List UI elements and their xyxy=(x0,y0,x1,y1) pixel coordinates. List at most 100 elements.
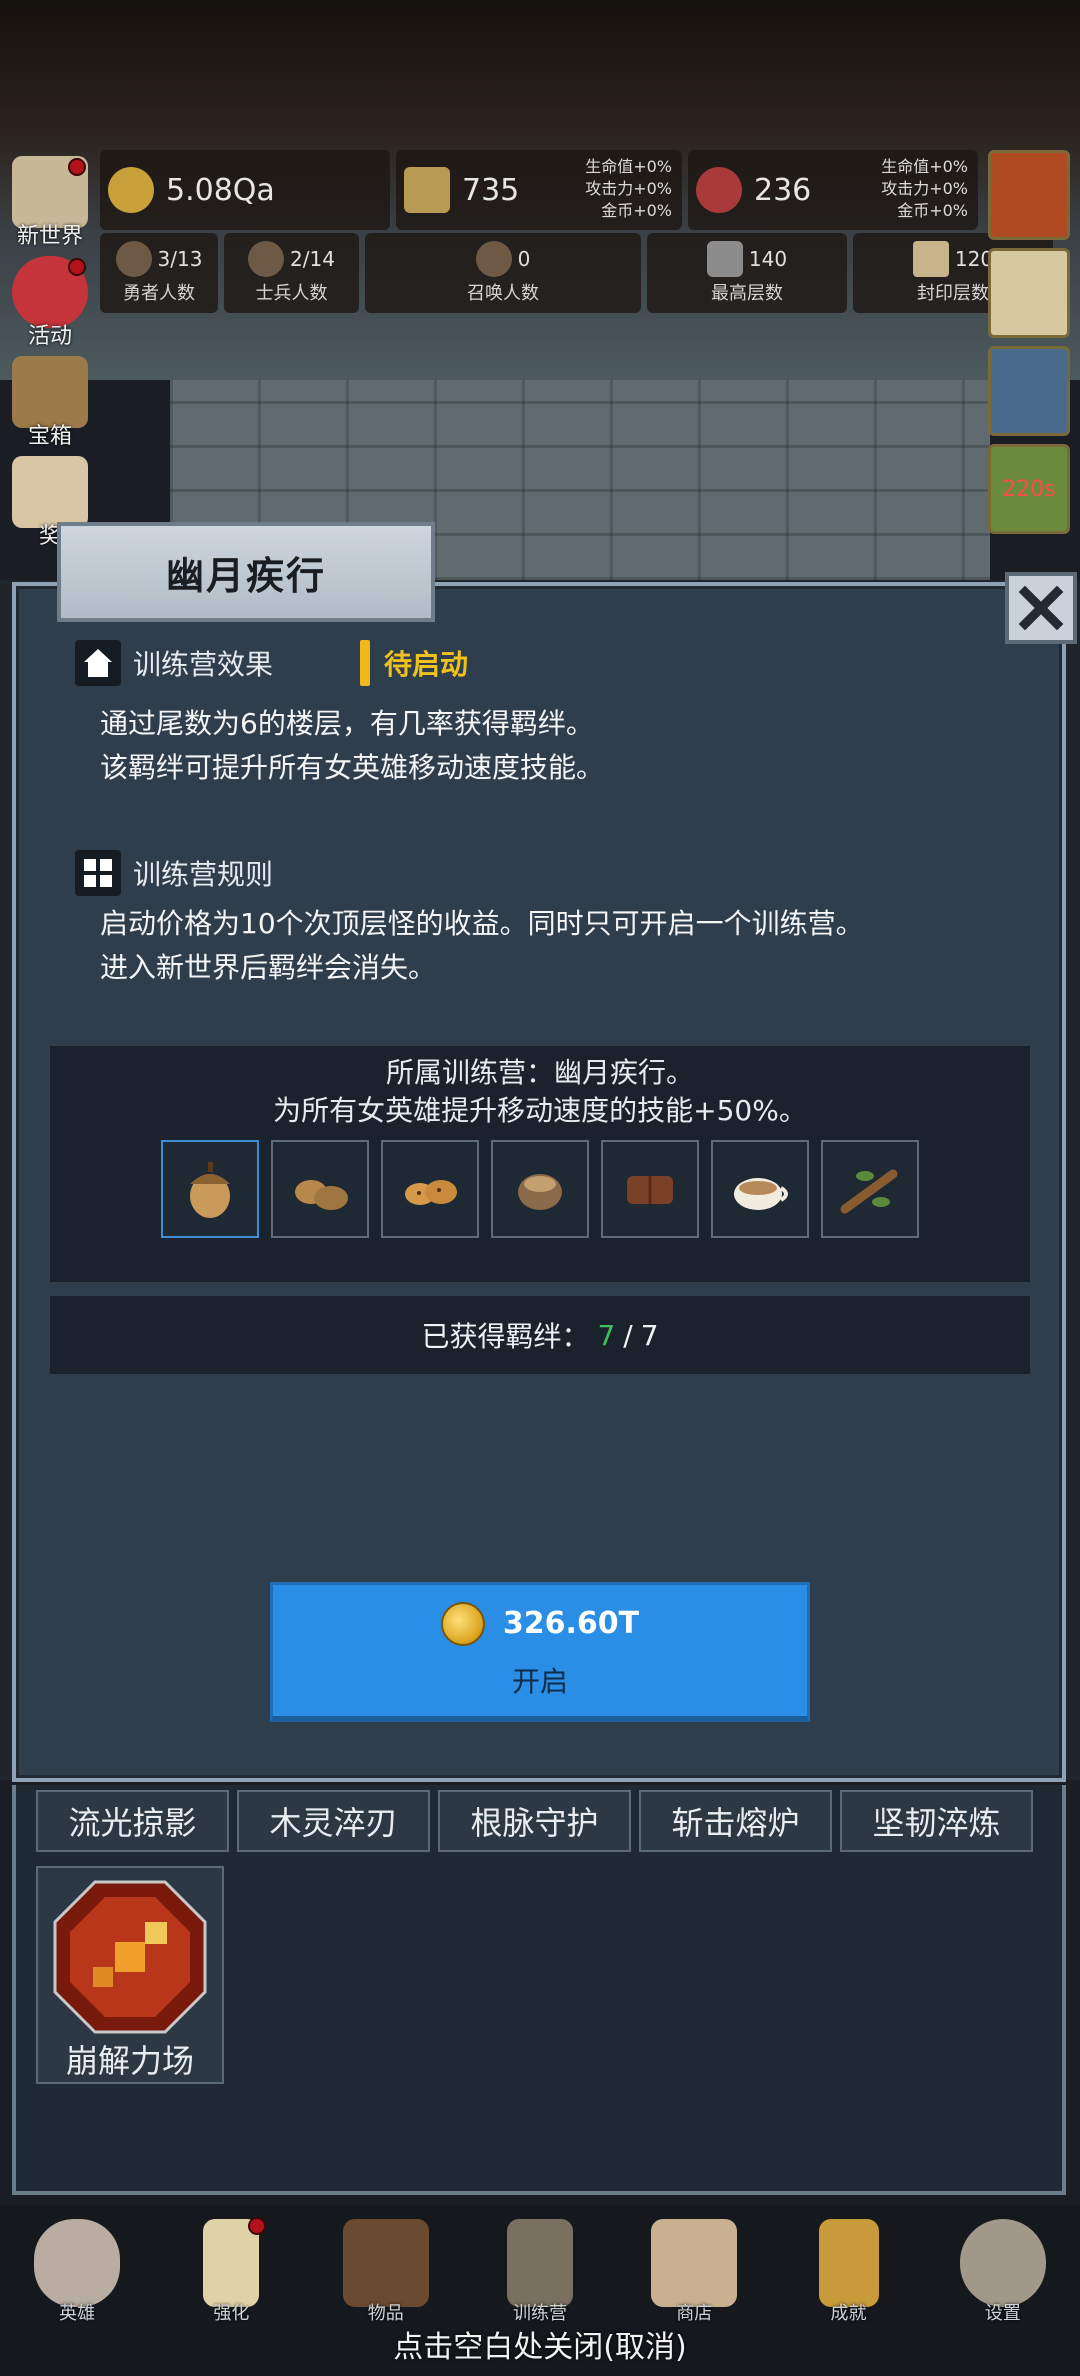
stat-label: 勇者人数 xyxy=(123,283,195,304)
bonus-hp: 生命值+0% xyxy=(881,157,968,176)
meat-icon xyxy=(696,167,742,213)
grid-icon xyxy=(75,850,121,896)
timer-badge[interactable]: 220s xyxy=(988,444,1070,534)
candle-icon[interactable] xyxy=(988,248,1070,338)
acorn-icon xyxy=(190,1162,230,1218)
soldier-icon xyxy=(248,241,285,277)
bond-item[interactable] xyxy=(711,1140,809,1238)
start-button-label: 开启 xyxy=(511,1664,568,1698)
bond-items xyxy=(50,1140,1030,1238)
stats-bar: 3/13 勇者人数 2/14 士兵人数 0 召唤人数 140 最高层数 120 … xyxy=(100,233,1053,313)
effect-description: 通过尾数为6的楼层，有几率获得羁绊。 该羁绊可提升所有女英雄移动速度技能。 xyxy=(100,702,604,790)
wood-value: 735 xyxy=(462,172,520,208)
skill-tags: 流光掠影 木灵淬刃 根脉守护 斩击熔炉 坚韧淬炼 xyxy=(36,1790,1033,1852)
side-item-label: 新世界 xyxy=(16,224,83,249)
notification-dot xyxy=(68,258,86,276)
bond-camp-name: 所属训练营：幽月疾行。 xyxy=(385,1056,694,1089)
potatoes-icon xyxy=(295,1180,348,1210)
gold-coin-icon xyxy=(440,1601,485,1646)
cookies-icon xyxy=(405,1180,457,1205)
hero-icon xyxy=(115,241,152,277)
resource-bar: 5.08Qa 735 生命值+0% 攻击力+0% 金币+0% 236 生命值+0… xyxy=(100,150,978,230)
stat-value: 140 xyxy=(748,247,788,271)
side-item-event[interactable]: 活动 xyxy=(0,250,100,350)
bond-progress-label: 已获得羁绊： xyxy=(421,1320,590,1353)
bond-item[interactable] xyxy=(491,1140,589,1238)
stat-value: 0 xyxy=(517,247,531,271)
status-marker xyxy=(360,640,370,686)
rules-line: 启动价格为10个次顶层怪的收益。同时只可开启一个训练营。 xyxy=(100,907,864,940)
bond-progress: 已获得羁绊： 7 / 7 xyxy=(50,1296,1030,1374)
side-item-new-world[interactable]: 新世界 xyxy=(0,150,100,250)
bonus-gold: 金币+0% xyxy=(601,201,672,220)
wood-resource: 735 生命值+0% 攻击力+0% 金币+0% xyxy=(396,150,682,230)
gear-icon xyxy=(959,2219,1046,2307)
start-button[interactable]: 326.60T 开启 xyxy=(270,1582,810,1722)
bonus-gold: 金币+0% xyxy=(897,201,968,220)
bond-item[interactable] xyxy=(601,1140,699,1238)
skill-tag[interactable]: 流光掠影 xyxy=(36,1790,229,1852)
side-nav: 新世界 活动 宝箱 奖 xyxy=(0,150,100,550)
grain-sack-icon xyxy=(518,1174,562,1210)
status-badge: 待启动 xyxy=(360,640,468,686)
close-button[interactable] xyxy=(1005,572,1077,644)
effect-line: 该羁绊可提升所有女英雄移动速度技能。 xyxy=(100,751,605,784)
gold-resource: 5.08Qa xyxy=(100,150,390,230)
bonus-stats-b: 生命值+0% 攻击力+0% 金币+0% xyxy=(881,156,968,222)
dialog-title: 幽月疾行 xyxy=(57,522,435,622)
skill-card[interactable]: 崩解力场 xyxy=(36,1866,224,2084)
stat-label: 最高层数 xyxy=(711,283,783,304)
right-nav: 220s xyxy=(988,150,1076,542)
skill-tag[interactable]: 根脉守护 xyxy=(438,1790,631,1852)
effect-line: 通过尾数为6的楼层，有几率获得羁绊。 xyxy=(100,707,594,740)
bond-item[interactable] xyxy=(161,1140,259,1238)
skill-tag[interactable]: 坚韧淬炼 xyxy=(840,1790,1033,1852)
soldier-count: 2/14 士兵人数 xyxy=(224,233,359,313)
bond-item[interactable] xyxy=(271,1140,369,1238)
stat-label: 士兵人数 xyxy=(255,283,328,304)
bond-progress-separator: / xyxy=(623,1318,633,1352)
wood-log-icon xyxy=(404,167,450,213)
meat-pack-icon[interactable] xyxy=(988,346,1070,436)
rules-heading: 训练营规则 xyxy=(75,850,273,896)
skill-tag[interactable]: 木灵淬刃 xyxy=(237,1790,430,1852)
close-hint[interactable]: 点击空白处关闭(取消) xyxy=(0,2322,1080,2366)
gold-value: 5.08Qa xyxy=(166,172,275,208)
start-cost: 326.60T xyxy=(440,1601,640,1646)
side-item-label: 宝箱 xyxy=(27,424,72,449)
chocolate-icon xyxy=(627,1176,673,1204)
scroll-icon xyxy=(912,241,949,277)
meat-value: 236 xyxy=(754,172,812,208)
cost-value: 326.60T xyxy=(502,1606,640,1641)
gold-coin-icon xyxy=(108,167,154,213)
effect-heading-text: 训练营效果 xyxy=(133,648,274,681)
rules-heading-text: 训练营规则 xyxy=(133,858,274,891)
branch-icon xyxy=(840,1169,898,1214)
side-item-label: 活动 xyxy=(27,324,72,349)
stat-value: 2/14 xyxy=(290,247,335,271)
bonus-stats-a: 生命值+0% 攻击力+0% 金币+0% xyxy=(585,156,672,222)
fruit-icon[interactable] xyxy=(988,150,1070,240)
home-icon xyxy=(75,640,121,686)
lantern-icon xyxy=(506,2219,573,2307)
stat-label: 召唤人数 xyxy=(467,283,539,304)
bond-item[interactable] xyxy=(821,1140,919,1238)
bond-panel: 所属训练营：幽月疾行。 为所有女英雄提升移动速度的技能+50%。 xyxy=(50,1046,1030,1282)
summon-icon xyxy=(475,241,512,277)
close-icon xyxy=(1018,585,1064,631)
stat-label: 封印层数 xyxy=(917,283,989,304)
side-item-chest[interactable]: 宝箱 xyxy=(0,350,100,450)
mug-icon xyxy=(651,2219,738,2307)
hero-count: 3/13 勇者人数 xyxy=(100,233,218,313)
coffee-cup-icon xyxy=(734,1178,788,1210)
summon-count: 0 召唤人数 xyxy=(365,233,641,313)
bonus-atk: 攻击力+0% xyxy=(585,179,672,198)
rules-description: 启动价格为10个次顶层怪的收益。同时只可开启一个训练营。 进入新世界后羁绊会消失… xyxy=(100,902,864,990)
bond-item[interactable] xyxy=(381,1140,479,1238)
skill-tag[interactable]: 斩击熔炉 xyxy=(639,1790,832,1852)
bond-effect: 为所有女英雄提升移动速度的技能+50%。 xyxy=(273,1094,807,1127)
effect-heading: 训练营效果 xyxy=(75,640,273,686)
notification-dot xyxy=(248,2217,267,2235)
bonus-hp: 生命值+0% xyxy=(585,157,672,176)
status-text: 待启动 xyxy=(384,648,469,681)
